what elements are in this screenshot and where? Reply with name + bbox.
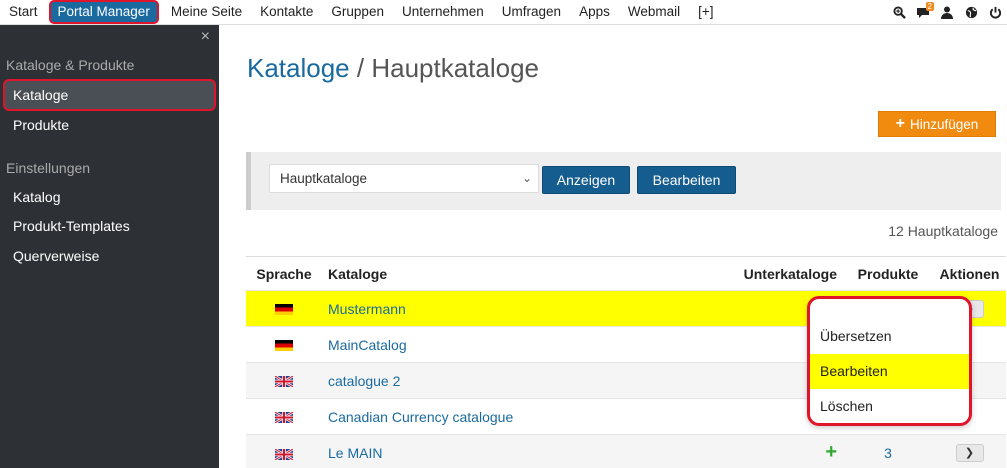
nav-umfragen[interactable]: Umfragen	[493, 0, 570, 25]
catalog-name-link[interactable]: Mustermann	[322, 290, 738, 327]
globe-icon[interactable]	[959, 0, 983, 25]
chat-badge: 2	[925, 2, 934, 11]
nav-more[interactable]: [+]	[689, 0, 722, 25]
add-subcatalog-icon[interactable]: +	[825, 441, 837, 463]
catalog-name-link[interactable]: catalogue 2	[322, 362, 738, 399]
flag-uk-icon	[275, 448, 293, 460]
page-title: Kataloge / Hauptkataloge	[247, 53, 539, 84]
sidebar-item-querverweise[interactable]: Querverweise	[13, 248, 99, 264]
nav-gruppen[interactable]: Gruppen	[322, 0, 393, 25]
product-count[interactable]: 3	[843, 434, 933, 468]
close-sidebar-icon[interactable]: ×	[201, 28, 210, 46]
actions-dropdown-menu: Übersetzen Bearbeiten Löschen	[807, 296, 972, 426]
chat-icon[interactable]: 2	[911, 0, 935, 25]
column-header-sprache: Sprache	[246, 256, 322, 291]
nav-unternehmen[interactable]: Unternehmen	[393, 0, 493, 25]
sidebar-item-kataloge[interactable]: Kataloge	[3, 79, 216, 111]
column-header-produkte: Produkte	[843, 256, 933, 291]
catalog-type-select-value: Hauptkataloge	[280, 171, 368, 186]
nav-portal-manager[interactable]: Portal Manager	[48, 0, 159, 24]
nav-kontakte[interactable]: Kontakte	[251, 0, 322, 25]
chevron-down-icon: ⌄	[521, 171, 532, 185]
filter-bar: Hauptkataloge ⌄ Anzeigen Bearbeiten	[246, 152, 1001, 210]
catalog-name-link[interactable]: Canadian Currency catalogue	[322, 398, 738, 435]
sidebar-item-katalog[interactable]: Katalog	[13, 189, 60, 205]
sidebar-item-produkte[interactable]: Produkte	[13, 117, 69, 133]
flag-uk-icon	[275, 376, 293, 388]
top-navigation: Start Portal Manager Meine Seite Kontakt…	[0, 0, 1007, 25]
catalog-type-select[interactable]: Hauptkataloge ⌄	[269, 164, 539, 193]
catalog-name-link[interactable]: MainCatalog	[322, 326, 738, 363]
column-header-unterkataloge: Unterkataloge	[737, 256, 843, 291]
catalog-name-link[interactable]: Le MAIN	[322, 434, 738, 468]
menu-item-bearbeiten[interactable]: Bearbeiten	[810, 354, 969, 389]
flag-uk-icon	[275, 412, 293, 424]
edit-button[interactable]: Bearbeiten	[637, 166, 736, 194]
power-icon[interactable]	[983, 0, 1007, 25]
nav-webmail[interactable]: Webmail	[619, 0, 689, 25]
show-button[interactable]: Anzeigen	[542, 166, 630, 194]
column-header-aktionen: Aktionen	[933, 256, 1006, 291]
search-zoom-icon[interactable]	[887, 0, 911, 25]
column-header-kataloge: Kataloge	[322, 256, 738, 291]
table-row: Le MAIN + 3 ❯	[246, 434, 1006, 468]
actions-dropdown-button[interactable]: ❯	[955, 444, 984, 463]
add-button-label: Hinzufügen	[910, 116, 979, 132]
sidebar: × Kataloge & Produkte Kataloge Produkte …	[0, 25, 219, 468]
nav-start[interactable]: Start	[0, 0, 47, 25]
top-right-icons: 2	[887, 0, 1007, 25]
plus-icon: +	[895, 115, 906, 132]
flag-de-icon	[275, 340, 293, 352]
add-button[interactable]: + Hinzufügen	[878, 111, 996, 137]
catalog-count: 12 Hauptkataloge	[888, 223, 998, 239]
breadcrumb-kataloge[interactable]: Kataloge	[247, 53, 350, 83]
breadcrumb-current: Hauptkataloge	[371, 53, 540, 83]
sidebar-heading-kataloge-produkte: Kataloge & Produkte	[6, 57, 135, 73]
user-icon[interactable]	[935, 0, 959, 25]
sidebar-item-produkt-templates[interactable]: Produkt-Templates	[13, 218, 130, 234]
menu-item-uebersetzen[interactable]: Übersetzen	[810, 319, 969, 354]
nav-apps[interactable]: Apps	[570, 0, 619, 25]
menu-item-loeschen[interactable]: Löschen	[810, 389, 969, 423]
nav-meine-seite[interactable]: Meine Seite	[162, 0, 251, 25]
breadcrumb-separator: /	[349, 53, 372, 83]
flag-de-icon	[275, 304, 293, 316]
sidebar-heading-einstellungen: Einstellungen	[6, 160, 91, 176]
